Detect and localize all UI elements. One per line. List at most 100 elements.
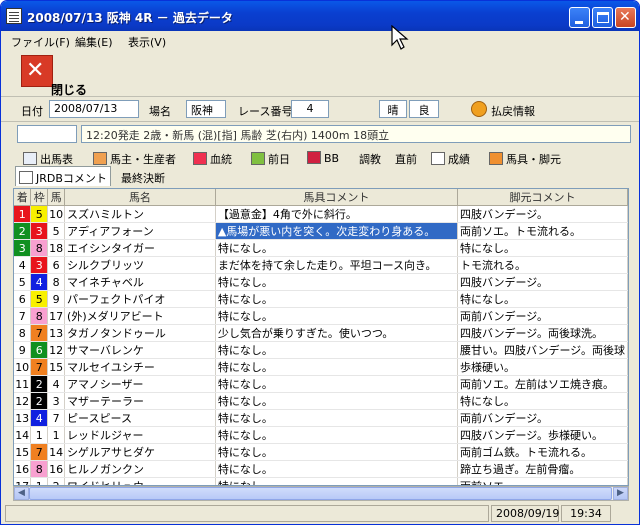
cell-rank: 15 xyxy=(14,443,32,461)
header-waku[interactable]: 枠 xyxy=(30,189,49,206)
tab-pedigree[interactable]: 血統 xyxy=(189,147,236,167)
cell-uma: 1 xyxy=(47,426,66,444)
cell-name: ワイドヒリュウ xyxy=(64,477,216,485)
table-row[interactable]: 4 3 6 シルクブリッツ まだ体を持て余した走り。平坦コース向き。 トモ流れる。 xyxy=(14,256,628,274)
tab-results[interactable]: 成績 xyxy=(427,147,474,167)
table-row[interactable]: 8 7 13 タガノタンドゥール 少し気合が乗りすぎた。使いつつ。 四肢バンデージ。両後球… xyxy=(14,324,628,342)
header-leg-comment[interactable]: 脚元コメント xyxy=(457,189,628,206)
status-bar: 2008/09/19 19:34 xyxy=(1,503,639,524)
table-row[interactable]: 14 1 1 レッドルジャー 特になし。 四肢バンデージ。歩様硬い。 xyxy=(14,426,628,444)
race-number-field[interactable]: 4 xyxy=(291,100,329,118)
cell-leg: 両前ソエ。トモ流れる。 xyxy=(457,222,628,240)
cell-uma: 2 xyxy=(47,477,66,485)
tab-just-before[interactable]: 直前 xyxy=(391,147,421,167)
tab-gear-legs[interactable]: 馬具・脚元 xyxy=(485,147,565,167)
cell-rank: 10 xyxy=(14,358,32,376)
cell-name: タガノタンドゥール xyxy=(64,324,216,342)
race-info-row: 日付 2008/07/13 場名 阪神 レース番号 4 晴 良 払戻情報 xyxy=(1,98,639,122)
cell-waku: 2 xyxy=(30,392,49,410)
scroll-right-button[interactable]: ▶ xyxy=(613,487,628,500)
table-row[interactable]: 2 3 5 アディアフォーン ▲馬場が悪い内を突く。次走変わり身ある。 両前ソエ。トモ流れ… xyxy=(14,222,628,240)
cell-gear: 特になし。 xyxy=(215,426,458,444)
table-row[interactable]: 10 7 15 マルセイユシチー 特になし。 歩様硬い。 xyxy=(14,358,628,376)
comment-table[interactable]: 着 枠 馬 馬名 馬具コメント 脚元コメント 1 5 10 スズハミルトン 【過意金】4… xyxy=(13,188,629,486)
table-row[interactable]: 7 8 17 (外)メダリアビート 特になし。 両前バンデージ。 xyxy=(14,307,628,325)
header-horse-name[interactable]: 馬名 xyxy=(64,189,216,206)
cell-rank: 6 xyxy=(14,290,32,308)
cell-leg: 両前ソエ。左前はソエ焼き痕。 xyxy=(457,375,628,393)
header-uma[interactable]: 馬 xyxy=(47,189,66,206)
cell-leg: 特になし。 xyxy=(457,239,628,257)
app-window: 2008/07/13 阪神 4R － 過去データ ✕ ファイル(F) 編集(E)… xyxy=(0,0,640,525)
status-date: 2008/09/19 xyxy=(491,505,559,522)
cell-name: ピースピース xyxy=(64,409,216,427)
cell-gear: 特になし。 xyxy=(215,341,458,359)
table-row[interactable]: 3 8 18 エイシンタイガー 特になし。 特になし。 xyxy=(14,239,628,257)
pedigree-icon xyxy=(193,152,207,165)
table-row[interactable]: 1 5 10 スズハミルトン 【過意金】4角で外に斜行。 四肢バンデージ。 xyxy=(14,205,628,223)
cell-rank: 11 xyxy=(14,375,32,393)
cell-uma: 4 xyxy=(47,375,66,393)
menu-view[interactable]: 表示(V) xyxy=(128,34,166,50)
toolbar: ✕ 閉じる xyxy=(1,51,639,97)
tab-entries[interactable]: 出馬表 xyxy=(19,147,77,167)
close-icon: ✕ xyxy=(21,55,53,87)
cell-uma: 6 xyxy=(47,256,66,274)
horizontal-scrollbar[interactable]: ◀ ▶ xyxy=(13,486,629,501)
comment-icon xyxy=(19,171,33,184)
cell-rank: 5 xyxy=(14,273,32,291)
cell-uma: 18 xyxy=(47,239,66,257)
table-icon xyxy=(23,152,37,165)
table-row[interactable]: 13 4 7 ピースピース 特になし。 両前バンデージ。 xyxy=(14,409,628,427)
cell-rank: 7 xyxy=(14,307,32,325)
cell-waku: 8 xyxy=(30,460,49,478)
cell-name: マイネチャベル xyxy=(64,273,216,291)
header-gear-comment[interactable]: 馬具コメント xyxy=(215,189,458,206)
cell-name: マルセイユシチー xyxy=(64,358,216,376)
cell-waku: 3 xyxy=(30,222,49,240)
track-field: 良 xyxy=(409,100,439,118)
minimize-button[interactable] xyxy=(569,7,590,28)
table-row[interactable]: 12 2 3 マザーテーラー 特になし。 特になし。 xyxy=(14,392,628,410)
scroll-thumb[interactable] xyxy=(29,487,612,500)
cell-waku: 8 xyxy=(30,307,49,325)
tab-bb[interactable]: BB xyxy=(303,147,343,167)
scroll-left-button[interactable]: ◀ xyxy=(14,487,29,500)
venue-field[interactable]: 阪神 xyxy=(186,100,226,118)
calendar-icon xyxy=(251,152,265,165)
close-button[interactable]: ✕ 閉じる xyxy=(21,55,91,97)
tab-final-decision[interactable]: 最終決断 xyxy=(117,166,169,186)
table-row[interactable]: 5 4 8 マイネチャベル 特になし。 四肢バンデージ。 xyxy=(14,273,628,291)
tab-previous-day[interactable]: 前日 xyxy=(247,147,294,167)
table-row[interactable]: 9 6 12 サマーバレンケ 特になし。 腰甘い。四肢バンデージ。両後球 xyxy=(14,341,628,359)
menu-edit[interactable]: 編集(E) xyxy=(75,34,113,50)
cell-name: レッドルジャー xyxy=(64,426,216,444)
person-icon xyxy=(489,152,503,165)
weather-field: 晴 xyxy=(379,100,407,118)
menu-file[interactable]: ファイル(F) xyxy=(11,34,70,50)
table-row[interactable]: 6 5 9 パーフェクトパイオ 特になし。 特になし。 xyxy=(14,290,628,308)
cell-leg: 両前ソエ。 xyxy=(457,477,628,485)
cell-waku: 8 xyxy=(30,239,49,257)
table-row[interactable]: 16 8 16 ヒルノガンクン 特になし。 蹄立ち過ぎ。左前骨瘤。 xyxy=(14,460,628,478)
header-rank[interactable]: 着 xyxy=(14,189,32,206)
date-field[interactable]: 2008/07/13 xyxy=(49,100,139,118)
table-row[interactable]: 11 2 4 アマノシーザー 特になし。 両前ソエ。左前はソエ焼き痕。 xyxy=(14,375,628,393)
horse-icon xyxy=(93,152,107,165)
refund-info-button[interactable]: 払戻情報 xyxy=(491,103,535,119)
status-message xyxy=(5,505,489,522)
cell-gear: 【過意金】4角で外に斜行。 xyxy=(215,205,458,223)
title-bar[interactable]: 2008/07/13 阪神 4R － 過去データ ✕ xyxy=(1,1,639,31)
table-row[interactable]: 1712ワイドヒリュウ特になし。両前ソエ。 xyxy=(14,477,628,485)
maximize-button[interactable] xyxy=(592,7,613,28)
cell-rank: 17 xyxy=(14,477,32,485)
table-row[interactable]: 15 7 14 シゲルアサヒダケ 特になし。 両前ゴム鉄。トモ流れる。 xyxy=(14,443,628,461)
tab-training[interactable]: 調教 xyxy=(355,147,385,167)
tab-jrdb-comment[interactable]: JRDBコメント xyxy=(15,166,111,186)
tab-owner[interactable]: 馬主・生産者 xyxy=(89,147,180,167)
cell-leg: 両前バンデージ。 xyxy=(457,409,628,427)
cell-rank: 8 xyxy=(14,324,32,342)
close-window-button[interactable]: ✕ xyxy=(615,7,636,28)
cell-gear: まだ体を持て余した走り。平坦コース向き。 xyxy=(215,256,458,274)
venue-label: 場名 xyxy=(149,105,171,118)
